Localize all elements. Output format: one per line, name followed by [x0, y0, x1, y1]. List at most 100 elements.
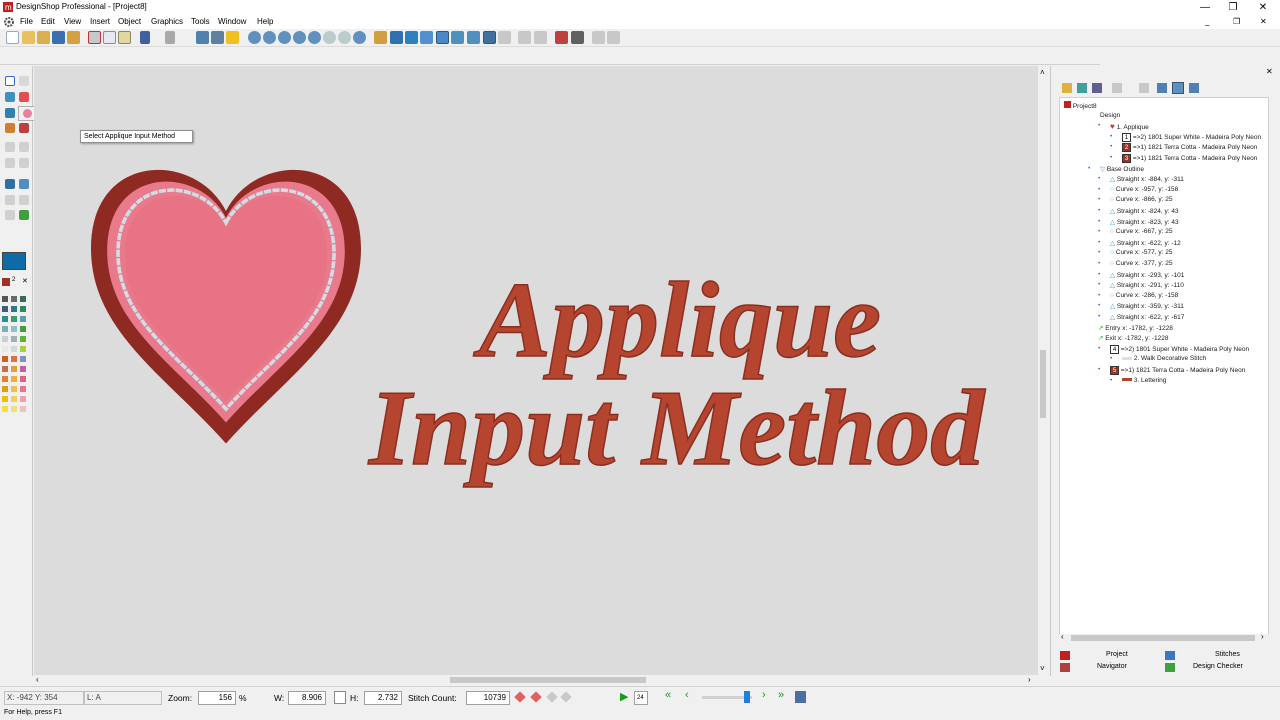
menu-view[interactable]: View — [64, 17, 81, 26]
lock-aspect-icon[interactable] — [334, 691, 346, 704]
select-arrow-icon[interactable] — [5, 76, 15, 86]
zoom-selection-icon[interactable] — [338, 31, 351, 44]
help-icon[interactable] — [226, 31, 239, 44]
menu-file[interactable]: File — [20, 17, 33, 26]
thread-color-swatch[interactable] — [11, 346, 17, 352]
heart-applique[interactable] — [91, 169, 361, 444]
tree-design[interactable]: Design — [1100, 112, 1120, 119]
applique-icon[interactable] — [5, 108, 15, 118]
transform-icon[interactable] — [5, 179, 15, 189]
play-icon[interactable]: ▶ — [620, 690, 628, 703]
tab-navigator[interactable]: Navigator — [1097, 663, 1127, 670]
visibility-dot-icon[interactable]: • — [1098, 196, 1100, 203]
visibility-dot-icon[interactable]: • — [1098, 249, 1100, 256]
menu-edit[interactable]: Edit — [41, 17, 55, 26]
menu-tools[interactable]: Tools — [191, 17, 210, 26]
tree-color-row[interactable]: 2 =>1) 1821 Terra Cotta - Madeira Poly N… — [1122, 143, 1257, 153]
horizontal-scrollbar[interactable]: ‹ › — [34, 675, 1038, 685]
tree-applique[interactable]: ♥ 1. Applique — [1110, 122, 1149, 131]
running-stitch-icon[interactable] — [19, 123, 29, 133]
tab-project[interactable]: Project — [1106, 651, 1128, 658]
realistic-view-icon[interactable] — [467, 31, 480, 44]
menu-object[interactable]: Object — [118, 17, 141, 26]
eraser-icon[interactable] — [19, 92, 29, 102]
open-design-icon[interactable] — [37, 31, 50, 44]
color-slot-2[interactable]: 2 — [12, 277, 15, 283]
thread-color-swatch[interactable] — [11, 366, 17, 372]
thread-color-swatch[interactable] — [20, 356, 26, 362]
scroll-thumb[interactable] — [450, 677, 646, 683]
tree-point[interactable]: △ Straight x: -293, y: -101 — [1110, 271, 1184, 279]
tree-color-row[interactable]: 1 =>2) 1801 Super White - Madeira Poly N… — [1122, 132, 1261, 142]
tree-point[interactable]: △ Straight x: -884, y: -311 — [1110, 175, 1184, 183]
visibility-dot-icon[interactable]: • — [1098, 218, 1100, 225]
thread-color-swatch[interactable] — [11, 336, 17, 342]
visibility-dot-icon[interactable]: • — [1098, 260, 1100, 267]
cut-icon[interactable] — [88, 31, 101, 44]
tree-point[interactable]: ○ Curve x: -377, y: 25 — [1110, 260, 1172, 267]
thread-color-swatch[interactable] — [2, 406, 8, 412]
visibility-dot-icon[interactable]: • — [1110, 154, 1112, 161]
zoom-previous-icon[interactable] — [323, 31, 336, 44]
color-slot-1[interactable] — [2, 278, 10, 286]
step-forward-icon[interactable]: › — [762, 689, 766, 701]
tree-point[interactable]: ○ Curve x: -577, y: 25 — [1110, 249, 1172, 256]
thread-color-swatch[interactable] — [11, 296, 17, 302]
folder-icon[interactable] — [1062, 83, 1072, 93]
print-preview-icon[interactable] — [196, 31, 209, 44]
restore-button[interactable]: ❐ — [1218, 0, 1248, 15]
scroll-left-icon[interactable]: ‹ — [1061, 632, 1064, 641]
project-tree[interactable]: Project8 Design ♥ 1. Applique • 1 =>2) 1801 … — [1059, 97, 1269, 635]
thread-color-swatch[interactable] — [11, 316, 17, 322]
visibility-dot-icon[interactable]: • — [1098, 228, 1100, 235]
visibility-dot-icon[interactable]: • — [1098, 271, 1100, 278]
undo-icon[interactable] — [140, 31, 150, 44]
tree-point[interactable]: △ Straight x: -622, y: -12 — [1110, 239, 1181, 247]
new-file-icon[interactable] — [6, 31, 19, 44]
redo-icon[interactable] — [165, 31, 175, 44]
rewind-icon[interactable]: « — [665, 689, 671, 701]
height-field[interactable]: 2.732 — [364, 691, 402, 705]
tree-base-outline[interactable]: ▽ Base Outline — [1100, 165, 1144, 173]
details-icon[interactable] — [1189, 83, 1199, 93]
tab-design-checker[interactable]: Design Checker — [1193, 663, 1243, 670]
tree-color-row[interactable]: 3 =>1) 1821 Terra Cotta - Madeira Poly N… — [1122, 154, 1257, 163]
thread-color-swatch[interactable] — [2, 336, 8, 342]
tree-point[interactable]: △ Straight x: -291, y: -110 — [1110, 281, 1184, 289]
thread-color-swatch[interactable] — [2, 316, 8, 322]
zoom-custom-icon[interactable] — [353, 31, 366, 44]
thread-color-swatch[interactable] — [2, 366, 8, 372]
scroll-right-icon[interactable]: › — [1261, 632, 1264, 641]
outline-view-icon[interactable] — [451, 31, 464, 44]
scroll-thumb[interactable] — [1071, 635, 1255, 641]
mdi-minimize-button[interactable]: _ — [1205, 17, 1209, 26]
stop-sequence-icon[interactable] — [555, 31, 568, 44]
tree-root[interactable]: Project8 — [1064, 101, 1097, 110]
measure-icon[interactable] — [374, 31, 387, 44]
width-field[interactable]: 8.906 — [288, 691, 326, 705]
tree-lettering[interactable]: 3. Lettering — [1122, 377, 1166, 384]
close-button[interactable]: ✕ — [1248, 0, 1278, 15]
thread-color-swatch[interactable] — [11, 406, 17, 412]
visibility-dot-icon[interactable]: • — [1098, 302, 1100, 309]
copy-icon[interactable] — [103, 31, 116, 44]
mdi-restore-button[interactable]: ❐ — [1233, 17, 1240, 26]
visibility-dot-icon[interactable]: • — [1110, 133, 1112, 140]
thread-color-swatch[interactable] — [2, 376, 8, 382]
tree-point[interactable]: △ Straight x: -824, y: 43 — [1110, 207, 1179, 215]
thread-color-swatch[interactable] — [2, 396, 8, 402]
hoop-icon[interactable] — [420, 31, 433, 44]
visibility-dot-icon[interactable]: • — [1098, 313, 1100, 320]
paste-icon[interactable] — [118, 31, 131, 44]
thread-color-swatch[interactable] — [20, 386, 26, 392]
scroll-left-icon[interactable]: ‹ — [36, 675, 39, 684]
visibility-dot-icon[interactable]: • — [1098, 292, 1100, 299]
stitch-view-icon[interactable] — [436, 31, 449, 44]
tree-walk-stitch[interactable]: 2. Walk Decorative Stitch — [1122, 355, 1206, 362]
thread-color-swatch[interactable] — [20, 376, 26, 382]
menu-insert[interactable]: Insert — [90, 17, 110, 26]
color-tool-icon[interactable] — [19, 210, 29, 220]
applique-method-1-icon[interactable] — [23, 109, 32, 118]
mdi-close-button[interactable]: ✕ — [1260, 17, 1267, 26]
visibility-dot-icon[interactable]: • — [1110, 355, 1112, 362]
